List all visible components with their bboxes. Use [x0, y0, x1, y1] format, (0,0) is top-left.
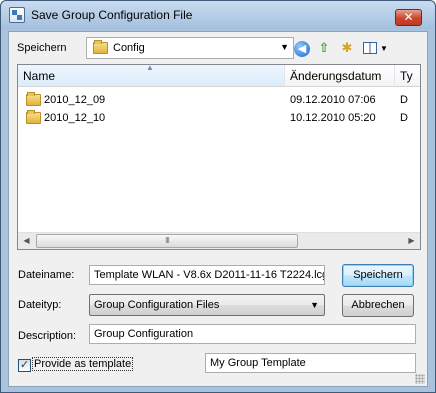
- file-name: 2010_12_09: [44, 94, 106, 106]
- current-folder-name: Config: [113, 42, 145, 54]
- scroll-thumb[interactable]: III: [36, 234, 298, 248]
- folder-icon: [26, 110, 41, 124]
- back-icon: ◀: [294, 41, 310, 57]
- filename-input[interactable]: Template WLAN - V8.6x D2011-11-16 T2224.…: [89, 265, 325, 285]
- close-button[interactable]: ✕: [395, 9, 422, 26]
- sort-up-icon: ▲: [146, 65, 154, 72]
- scroll-left-button[interactable]: ◀: [18, 233, 35, 249]
- window-title: Save Group Configuration File: [31, 8, 193, 22]
- window-app-icon: [9, 7, 25, 23]
- save-in-combo[interactable]: Config ▼: [86, 37, 294, 59]
- column-header-name[interactable]: ▲ Name: [18, 65, 285, 87]
- views-menu-icon: [363, 42, 377, 54]
- folder-icon: [93, 40, 108, 54]
- new-folder-button[interactable]: ✱: [337, 38, 357, 58]
- resize-grip[interactable]: [415, 374, 425, 384]
- scroll-right-button[interactable]: ▶: [403, 233, 420, 249]
- filetype-value: Group Configuration Files: [94, 299, 220, 311]
- dialog-client-area: Speichern Config ▼ ◀ ⇧ ✱ ▼ ▲ Name Änderu…: [8, 31, 428, 387]
- title-bar[interactable]: Save Group Configuration File ✕: [1, 1, 435, 29]
- template-checkbox[interactable]: ✓: [18, 359, 31, 372]
- chevron-down-icon: ▼: [380, 44, 388, 53]
- filetype-select[interactable]: Group Configuration Files ▼: [89, 294, 325, 316]
- template-name-input[interactable]: My Group Template: [205, 353, 416, 373]
- file-type: D: [400, 112, 408, 124]
- file-date: 10.12.2010 05:20: [290, 112, 376, 124]
- new-folder-icon: ✱: [341, 40, 353, 55]
- folder-icon: [26, 92, 41, 106]
- filename-label: Dateiname:: [18, 269, 75, 281]
- up-folder-icon: ⇧: [318, 40, 330, 55]
- column-header-type[interactable]: Ty: [395, 65, 420, 87]
- save-in-label: Speichern: [17, 42, 67, 54]
- horizontal-scrollbar[interactable]: ◀ III ▶: [18, 232, 420, 249]
- filetype-label: Dateityp:: [18, 299, 62, 311]
- file-type: D: [400, 94, 408, 106]
- list-item[interactable]: 2010_12_09 09.12.2010 07:06 D: [18, 91, 420, 109]
- file-date: 09.12.2010 07:06: [290, 94, 376, 106]
- views-menu-button[interactable]: ▼: [361, 38, 389, 58]
- chevron-down-icon: ▼: [310, 300, 319, 310]
- template-checkbox-label[interactable]: Provide as template: [31, 357, 134, 371]
- back-button[interactable]: ◀: [292, 38, 312, 58]
- chevron-down-icon[interactable]: ▼: [280, 42, 289, 52]
- list-item[interactable]: 2010_12_10 10.12.2010 05:20 D: [18, 109, 420, 127]
- column-header-date[interactable]: Änderungsdatum: [285, 65, 395, 87]
- save-dialog-window: Save Group Configuration File ✕ Speicher…: [0, 0, 436, 393]
- save-button[interactable]: Speichern: [342, 264, 414, 287]
- description-input[interactable]: Group Configuration: [89, 324, 416, 344]
- up-folder-button[interactable]: ⇧: [314, 38, 334, 58]
- file-name: 2010_12_10: [44, 112, 106, 124]
- file-list[interactable]: ▲ Name Änderungsdatum Ty 2010_12_09 09.1…: [17, 64, 421, 250]
- cancel-button[interactable]: Abbrechen: [342, 294, 414, 317]
- description-label: Description:: [18, 330, 77, 342]
